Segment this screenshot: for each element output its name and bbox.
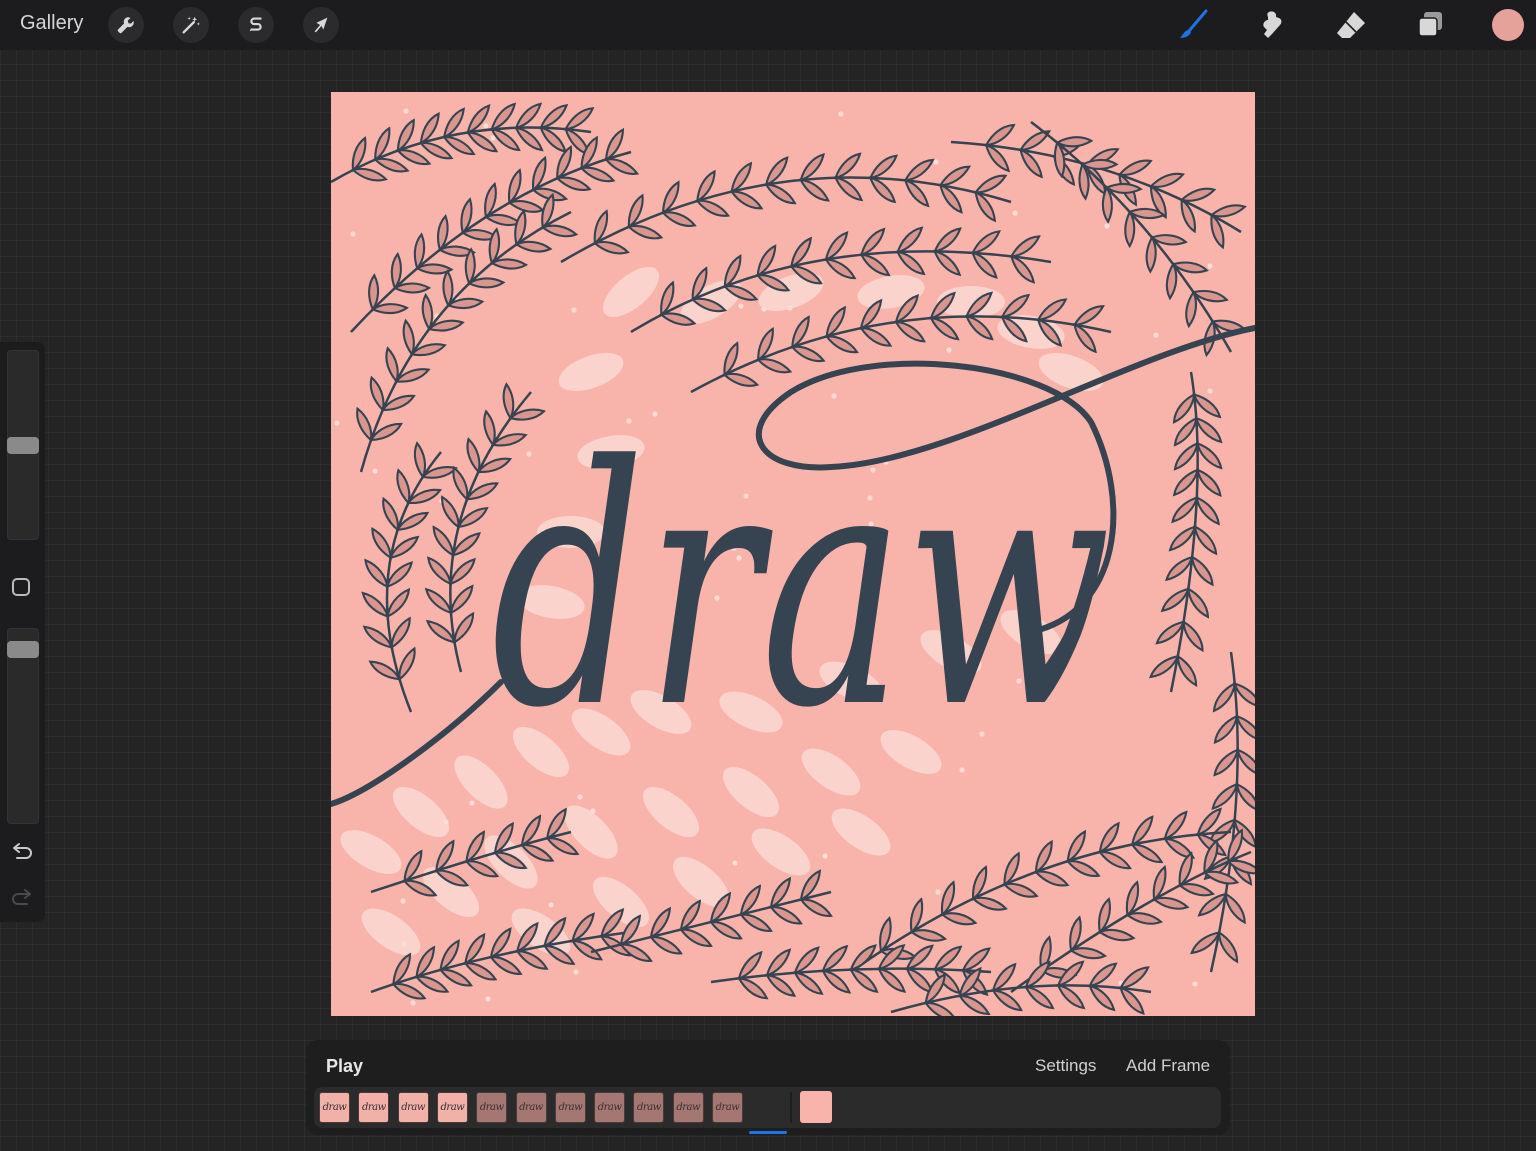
animation-frame[interactable]: draw [594,1092,626,1123]
playhead-indicator [749,1131,787,1134]
decor-dot [738,303,744,309]
decor-dot [350,231,356,237]
decor-dot [334,420,340,426]
adjustments-button[interactable] [173,7,209,43]
modify-button[interactable] [12,578,30,596]
frame-thumbnail-label: draw [676,1102,701,1113]
layers-tool-button[interactable] [1410,5,1450,45]
actions-button[interactable] [108,7,144,43]
opacity-slider[interactable] [7,628,39,824]
color-picker-button[interactable] [1492,9,1524,41]
frame-thumbnail-label: draw [597,1102,622,1113]
decor-dot [761,306,767,312]
animation-frame[interactable]: draw [672,1092,704,1123]
brush-tool-button[interactable] [1174,5,1214,45]
undo-button[interactable] [8,840,36,866]
frame-timeline[interactable]: draw draw draw draw draw draw draw draw draw draw… [314,1087,1221,1128]
brush-icon [1180,9,1208,38]
magic-wand-icon [182,16,200,34]
decor-dot [1104,223,1110,229]
animation-frame[interactable]: draw [397,1092,429,1123]
draw-lettering: draw [491,396,1111,780]
eraser-tool-button[interactable] [1331,5,1371,45]
eraser-icon [1337,12,1365,38]
add-frame-button[interactable]: Add Frame [1126,1056,1210,1076]
decor-dot [935,889,941,895]
decor-dot [469,800,475,806]
frame-thumbnail-label: draw [361,1102,386,1113]
frame-thumbnail-label: draw [401,1102,425,1113]
decor-dot [410,1000,416,1006]
frame-thumbnail-label: draw [519,1102,543,1113]
decor-dot [548,902,554,908]
decor-dot [1192,981,1198,987]
decor-dot [1153,332,1159,338]
artwork[interactable]: draw [331,92,1255,1016]
smudge-icon [1263,11,1282,39]
brush-size-slider-thumb[interactable] [7,437,39,454]
frame-thumbnail-label: draw [322,1102,347,1113]
decor-dot [403,108,409,114]
decor-dot [573,969,579,975]
smudge-tool-button[interactable] [1252,5,1292,45]
play-button[interactable]: Play [326,1056,363,1077]
drawing-canvas[interactable]: draw [331,92,1255,1016]
redo-button[interactable] [8,886,36,912]
decor-dot [1207,388,1213,394]
decor-dot [1012,210,1018,216]
decor-dot [400,898,406,904]
frame-thumbnail-label: draw [637,1102,661,1113]
timeline-divider [790,1092,792,1123]
arrow-cursor-icon [314,17,328,33]
frame-thumbnail-label: draw [715,1102,740,1113]
decor-dot [732,860,738,866]
selection-s-icon [249,17,262,32]
decor-dot [571,307,577,313]
animation-assist-panel: Play Settings Add Frame draw draw draw draw… [306,1040,1230,1135]
decor-dot [483,123,489,129]
decor-dot [933,159,939,165]
brush-size-slider[interactable] [7,350,39,540]
frame-thumbnail-label: draw [440,1102,465,1113]
animation-frame[interactable]: draw [358,1092,390,1123]
animation-frame[interactable]: draw [515,1092,547,1123]
decor-dot [577,794,583,800]
decor-dot [590,808,596,814]
animation-frame[interactable]: draw [319,1092,350,1123]
selected-frame[interactable] [800,1091,832,1123]
decor-dot [787,305,793,311]
animation-frame[interactable]: draw [476,1092,508,1123]
decor-dot [1207,263,1213,269]
layers-icon [1418,12,1442,37]
wrench-icon [117,17,134,34]
selection-button[interactable] [238,7,274,43]
decor-dot [838,111,844,117]
decor-dot [401,941,407,947]
frame-thumbnail-label: draw [479,1102,504,1113]
animation-frame[interactable]: draw [554,1092,586,1123]
undo-icon [13,843,32,859]
decor-dot [443,819,449,825]
decor-dot [946,347,952,353]
gallery-button[interactable]: Gallery [20,12,83,35]
decor-dot [372,468,378,474]
animation-frame[interactable]: draw [633,1092,665,1123]
transform-button[interactable] [303,7,339,43]
animation-frame[interactable]: draw [436,1092,468,1123]
opacity-slider-thumb[interactable] [7,641,39,658]
top-toolbar: Gallery [0,0,1536,50]
animation-frame[interactable]: draw [712,1092,743,1123]
redo-icon [12,889,31,905]
settings-button[interactable]: Settings [1035,1056,1096,1076]
sidebar [0,342,45,922]
decor-dot [822,853,828,859]
decor-dot [485,996,491,1002]
frame-thumbnail-label: draw [558,1102,583,1113]
